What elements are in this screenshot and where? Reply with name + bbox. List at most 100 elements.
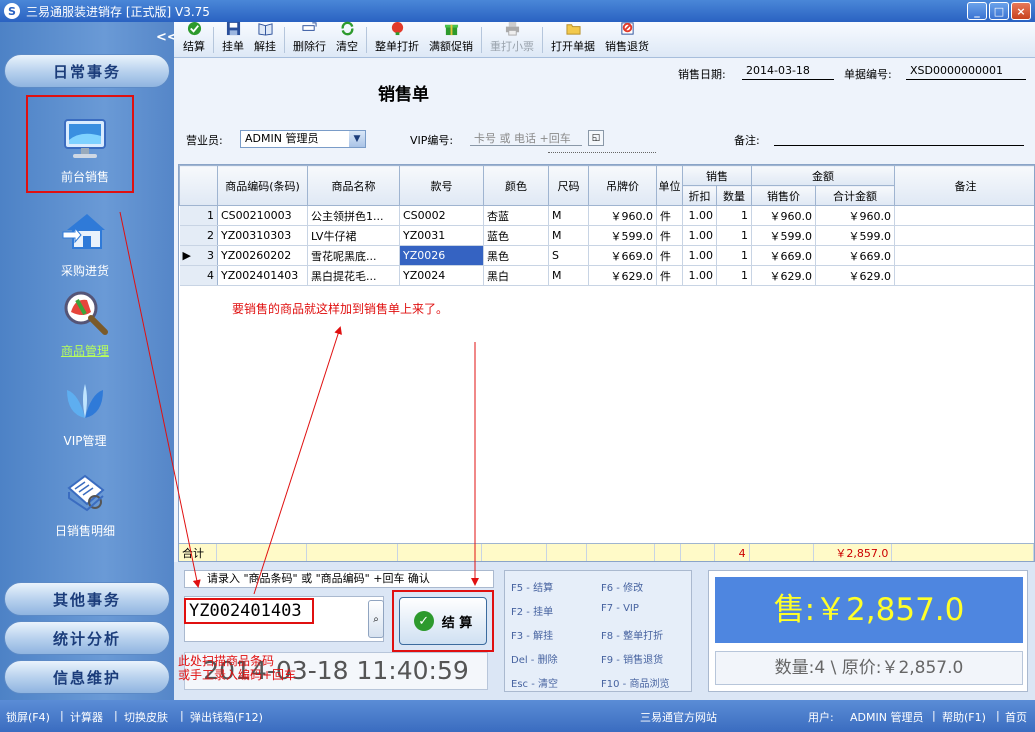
cell-tag-price[interactable]: ￥669.0 — [588, 245, 657, 266]
note-input[interactable] — [774, 130, 1024, 146]
cell-discount[interactable]: 1.00 — [682, 245, 717, 266]
cell-sale-price[interactable]: ￥629.0 — [751, 265, 816, 286]
cell-color[interactable]: 黑色 — [483, 245, 549, 266]
cell-style[interactable]: CS0002 — [399, 205, 484, 226]
section-other[interactable]: 其他事务 — [4, 582, 170, 616]
cell-style[interactable]: YZ0031 — [399, 225, 484, 246]
cell-code[interactable]: YZ002401403 — [217, 265, 308, 286]
cell-remark[interactable] — [894, 245, 1034, 266]
clear-button[interactable]: 清空 — [331, 21, 363, 57]
release-order-button[interactable]: 解挂 — [249, 21, 281, 57]
cell-color[interactable]: 杏蓝 — [483, 205, 549, 226]
cell-name[interactable]: LV牛仔裙 — [307, 225, 400, 246]
close-button[interactable]: × — [1011, 2, 1031, 20]
calculator-link[interactable]: 计算器 — [70, 709, 103, 725]
row-index[interactable]: 4 — [179, 265, 218, 286]
cell-tag-price[interactable]: ￥629.0 — [588, 265, 657, 286]
table-row[interactable]: 2 YZ00310303 LV牛仔裙 YZ0031 蓝色 M ￥599.0 件 1.00 1 ￥59… — [179, 225, 1034, 246]
col-qty[interactable]: 数量 — [716, 185, 752, 206]
cell-sale-price[interactable]: ￥960.0 — [751, 205, 816, 226]
cell-unit[interactable]: 件 — [656, 265, 683, 286]
cell-sale-price[interactable]: ￥669.0 — [751, 245, 816, 266]
hold-order-button[interactable]: 挂单 — [217, 21, 249, 57]
reprint-receipt-button[interactable]: 重打小票 — [485, 21, 539, 57]
col-tag-price[interactable]: 吊牌价 — [588, 165, 657, 206]
col-name[interactable]: 商品名称 — [307, 165, 400, 206]
sales-return-button[interactable]: 销售退货 — [600, 21, 654, 57]
row-index[interactable]: ▶ 3 — [179, 245, 218, 266]
cell-tag-price[interactable]: ￥960.0 — [588, 205, 657, 226]
cell-name[interactable]: 黑白提花毛... — [307, 265, 400, 286]
cell-qty[interactable]: 1 — [716, 265, 752, 286]
cell-total[interactable]: ￥629.0 — [815, 265, 895, 286]
cell-remark[interactable] — [894, 265, 1034, 286]
grid-empty-area[interactable] — [179, 287, 1034, 543]
sidebar-item-daily-report[interactable]: 日销售明细 — [20, 468, 150, 539]
cell-size[interactable]: M — [548, 205, 589, 226]
cell-discount[interactable]: 1.00 — [682, 205, 717, 226]
col-sale-price[interactable]: 销售价 — [751, 185, 816, 206]
cell-size[interactable]: S — [548, 245, 589, 266]
col-unit[interactable]: 单位 — [656, 165, 683, 206]
row-index[interactable]: 1 — [179, 205, 218, 226]
splitter-handle[interactable] — [548, 152, 656, 158]
cell-color[interactable]: 黑白 — [483, 265, 549, 286]
help-link[interactable]: 帮助(F1) — [942, 709, 986, 725]
cell-unit[interactable]: 件 — [656, 245, 683, 266]
cell-name[interactable]: 雪花呢黑底... — [307, 245, 400, 266]
cell-total[interactable]: ￥960.0 — [815, 205, 895, 226]
col-total[interactable]: 合计金额 — [815, 185, 895, 206]
cell-unit[interactable]: 件 — [656, 225, 683, 246]
cell-sale-price[interactable]: ￥599.0 — [751, 225, 816, 246]
row-index[interactable]: 2 — [179, 225, 218, 246]
table-row[interactable]: 1 CS00210003 公主领拼色1... CS0002 杏蓝 M ￥960.0 件 1.00… — [179, 205, 1034, 226]
col-remark[interactable]: 备注 — [894, 165, 1034, 206]
whole-discount-button[interactable]: 整单打折 — [370, 21, 424, 57]
cell-qty[interactable]: 1 — [716, 205, 752, 226]
col-discount[interactable]: 折扣 — [682, 185, 717, 206]
sidebar-item-purchase[interactable]: 采购进货 — [20, 208, 150, 279]
minimize-button[interactable]: _ — [967, 2, 987, 20]
section-daily[interactable]: 日常事务 — [4, 54, 170, 88]
clerk-select[interactable]: ADMIN 管理员 ▼ — [240, 130, 366, 148]
promotion-button[interactable]: 满额促销 — [424, 21, 478, 57]
sale-date-field[interactable]: 2014-03-18 — [742, 64, 834, 80]
cell-remark[interactable] — [894, 225, 1034, 246]
chevron-down-icon[interactable]: ▼ — [349, 131, 365, 147]
cell-code[interactable]: YZ00260202 — [217, 245, 308, 266]
settle-button[interactable]: ✓ 结 算 — [399, 597, 487, 645]
vip-lookup-icon[interactable]: ◱ — [588, 130, 604, 146]
cell-tag-price[interactable]: ￥599.0 — [588, 225, 657, 246]
maximize-button[interactable]: □ — [989, 2, 1009, 20]
cell-qty[interactable]: 1 — [716, 225, 752, 246]
cell-total[interactable]: ￥599.0 — [815, 225, 895, 246]
open-document-button[interactable]: 打开单据 — [546, 21, 600, 57]
col-size[interactable]: 尺码 — [548, 165, 589, 206]
cell-unit[interactable]: 件 — [656, 205, 683, 226]
cell-discount[interactable]: 1.00 — [682, 265, 717, 286]
home-link[interactable]: 首页 — [1005, 709, 1027, 725]
cell-size[interactable]: M — [548, 265, 589, 286]
col-color[interactable]: 颜色 — [483, 165, 549, 206]
cell-remark[interactable] — [894, 205, 1034, 226]
table-row[interactable]: ▶ 3 YZ00260202 雪花呢黑底... YZ0026 黑色 S ￥669.0 件 1.00… — [179, 245, 1034, 266]
section-info[interactable]: 信息维护 — [4, 660, 170, 694]
cell-total[interactable]: ￥669.0 — [815, 245, 895, 266]
vip-input[interactable]: 卡号 或 电话 +回车 — [470, 130, 582, 146]
sidebar-item-vip[interactable]: VIP管理 — [20, 378, 150, 449]
col-code[interactable]: 商品编码(条码) — [217, 165, 308, 206]
delete-row-button[interactable]: 删除行 — [288, 21, 331, 57]
cell-style[interactable]: YZ0026 — [399, 245, 484, 266]
cell-qty[interactable]: 1 — [716, 245, 752, 266]
barcode-input[interactable]: YZ002401403 — [184, 598, 314, 624]
cell-color[interactable]: 蓝色 — [483, 225, 549, 246]
sidebar-item-product[interactable]: 商品管理 — [20, 288, 150, 359]
search-icon[interactable]: ⌕ — [368, 600, 384, 638]
cell-code[interactable]: CS00210003 — [217, 205, 308, 226]
cell-discount[interactable]: 1.00 — [682, 225, 717, 246]
open-drawer-link[interactable]: 弹出钱箱(F12) — [190, 709, 263, 725]
table-row[interactable]: 4 YZ002401403 黑白提花毛... YZ0024 黑白 M ￥629.0 件 1.00… — [179, 265, 1034, 286]
official-site-link[interactable]: 三易通官方网站 — [640, 709, 717, 725]
cell-size[interactable]: M — [548, 225, 589, 246]
settle-toolbar-button[interactable]: 结算 — [178, 21, 210, 57]
